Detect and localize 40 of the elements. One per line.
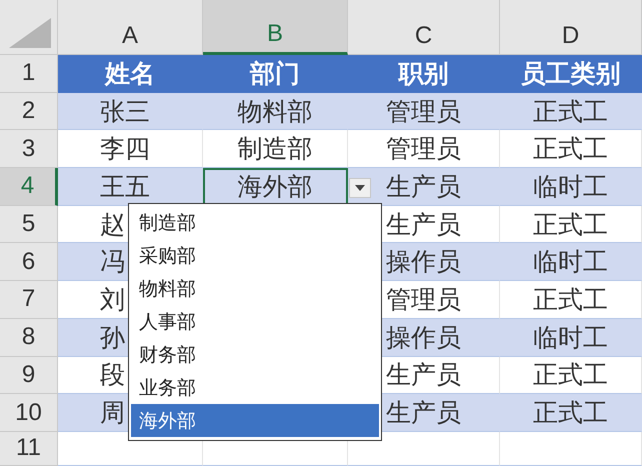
row-header[interactable]: 7 — [0, 281, 58, 319]
dropdown-item[interactable]: 海外部 — [131, 404, 379, 437]
caret-icon — [355, 185, 365, 192]
table-cell: 王五 — [58, 168, 203, 206]
table-cell: 正式工 — [500, 394, 642, 432]
table-cell: 正式工 — [500, 92, 642, 130]
column-header[interactable]: A — [58, 0, 203, 55]
table-cell: 临时工 — [500, 318, 642, 356]
header-cell: 职别 — [348, 55, 500, 93]
row-header[interactable]: 10 — [0, 394, 58, 432]
table-cell: 海外部 — [203, 168, 348, 206]
column-header[interactable]: C — [348, 0, 500, 55]
row-header[interactable]: 3 — [0, 130, 58, 168]
table-cell: 生产员 — [348, 168, 500, 206]
row-header[interactable]: 9 — [0, 356, 58, 394]
column-header[interactable]: B — [203, 0, 348, 55]
row-header[interactable]: 1 — [0, 55, 58, 93]
table-cell: 管理员 — [348, 92, 500, 130]
row-header[interactable]: 4 — [0, 168, 58, 206]
table-cell: 正式工 — [500, 356, 642, 394]
table-cell: 物料部 — [203, 92, 348, 130]
table-cell: 正式工 — [500, 130, 642, 168]
row-header[interactable]: 5 — [0, 206, 58, 244]
table-cell: 正式工 — [500, 206, 642, 244]
table-cell: 临时工 — [500, 168, 642, 206]
row-header[interactable]: 11 — [0, 432, 58, 466]
row-header[interactable]: 8 — [0, 318, 58, 356]
table-cell: 管理员 — [348, 130, 500, 168]
header-cell: 部门 — [203, 55, 348, 93]
table-cell: 正式工 — [500, 281, 642, 319]
table-cell: 李四 — [58, 130, 203, 168]
header-cell: 姓名 — [58, 55, 203, 93]
dropdown-button[interactable] — [349, 178, 371, 198]
header-cell: 员工类别 — [500, 55, 642, 93]
table-cell: 张三 — [58, 92, 203, 130]
table-cell: 临时工 — [500, 243, 642, 282]
table-cell: 制造部 — [203, 130, 348, 168]
column-header[interactable]: D — [500, 0, 642, 55]
row-header[interactable]: 6 — [0, 243, 58, 282]
row-header[interactable]: 2 — [0, 92, 58, 130]
